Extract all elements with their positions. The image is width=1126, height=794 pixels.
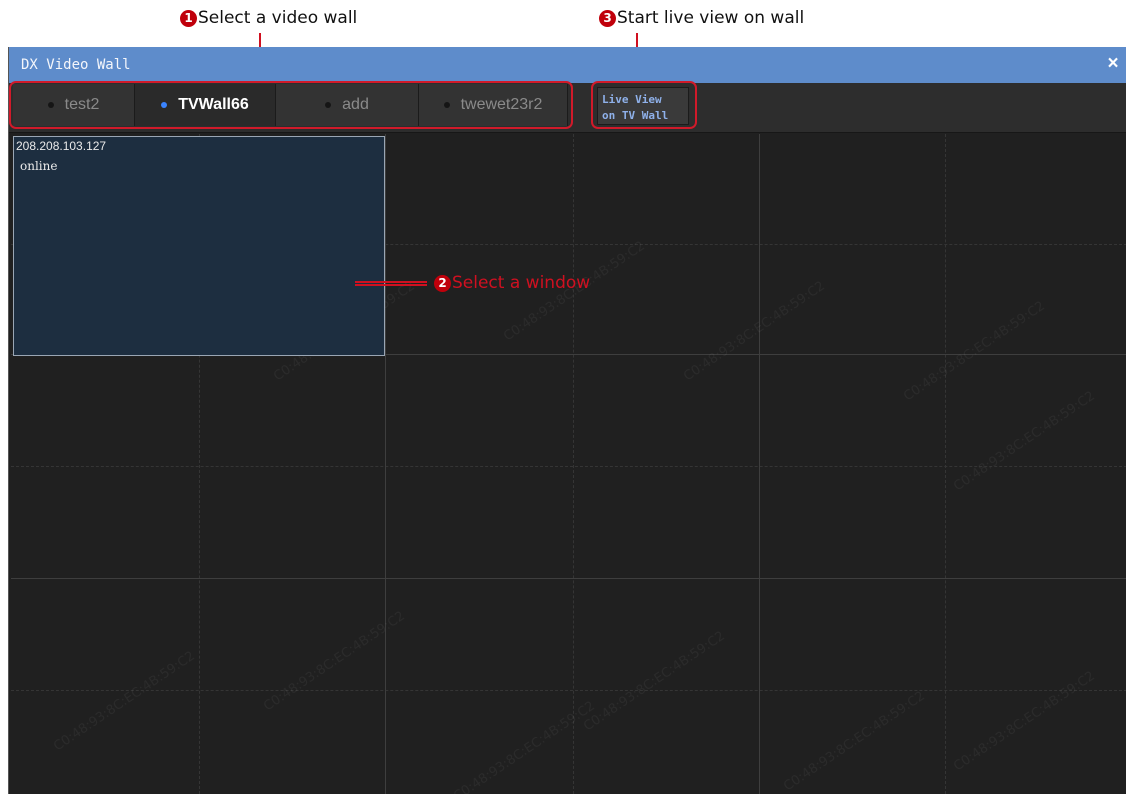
highlight-box-live-view	[591, 81, 697, 129]
highlight-box-tabs	[9, 81, 573, 129]
annotation-text-1: Select a video wall	[198, 8, 358, 28]
step-number-1: 1	[180, 10, 197, 27]
watermark: C0:48:93:8C:EC:4B:59:C2	[781, 688, 928, 794]
watermark: C0:48:93:8C:EC:4B:59:C2	[581, 628, 728, 735]
selected-wall-window[interactable]: 208.208.103.127 online	[13, 136, 385, 356]
watermark: C0:48:93:8C:EC:4B:59:C2	[681, 278, 828, 385]
window-ip-address: 208.208.103.127	[16, 139, 107, 153]
watermark: C0:48:93:8C:EC:4B:59:C2	[51, 648, 198, 755]
grid-divider	[759, 134, 760, 794]
annotation-text-2: Select a window	[452, 273, 591, 293]
close-icon[interactable]: ×	[1103, 53, 1123, 75]
window-status: online	[20, 159, 58, 173]
annotation-start-live-view: 3 Start live view on wall	[599, 8, 804, 28]
video-wall-tab-bar: test2 TVWall66 add twewet23r2 Live View …	[9, 81, 1126, 133]
watermark: C0:48:93:8C:EC:4B:59:C2	[451, 698, 598, 794]
annotation-select-window: 2 Select a window	[434, 273, 590, 293]
annotation-text-3: Start live view on wall	[617, 8, 805, 28]
grid-subdivider	[945, 134, 946, 794]
video-wall-grid: C0:48:93:8C:EC:4B:59:C2 C0:48:93:8C:EC:4…	[11, 134, 1126, 794]
watermark: C0:48:93:8C:EC:4B:59:C2	[951, 668, 1098, 775]
grid-divider	[385, 134, 386, 794]
grid-divider	[11, 578, 1126, 579]
annotation-select-video-wall: 1 Select a video wall	[180, 8, 357, 28]
video-wall-window: DX Video Wall × test2 TVWall66 add twewe…	[8, 47, 1126, 794]
window-title: DX Video Wall	[21, 57, 131, 73]
grid-subdivider	[11, 466, 1126, 467]
step-number-2: 2	[434, 275, 451, 292]
grid-subdivider	[573, 134, 574, 794]
title-bar: DX Video Wall ×	[9, 47, 1126, 83]
leader-line-2	[355, 281, 427, 286]
grid-subdivider	[11, 690, 1126, 691]
watermark: C0:48:93:8C:EC:4B:59:C2	[951, 388, 1098, 495]
watermark: C0:48:93:8C:EC:4B:59:C2	[901, 298, 1048, 405]
step-number-3: 3	[599, 10, 616, 27]
